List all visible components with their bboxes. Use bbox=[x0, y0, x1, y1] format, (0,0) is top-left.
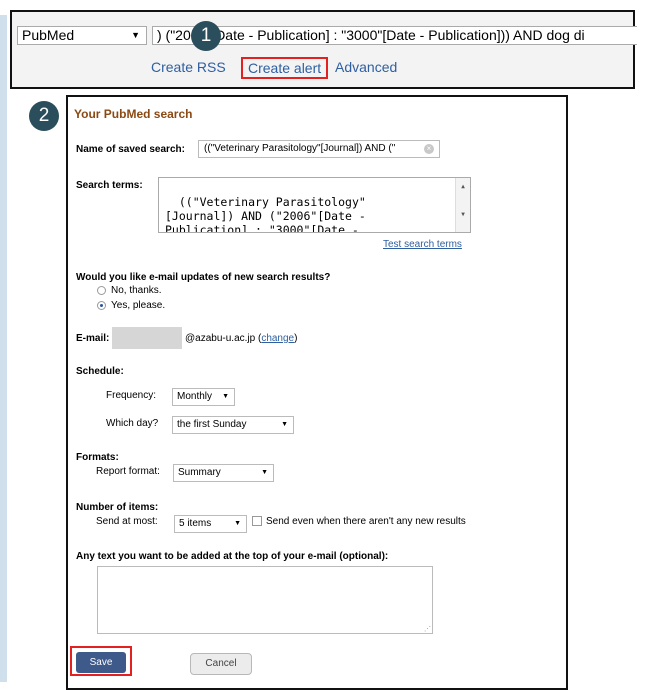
radio-no-thanks-label: No, thanks. bbox=[111, 285, 162, 296]
database-select[interactable]: PubMed ▼ bbox=[17, 26, 147, 45]
clear-icon[interactable]: × bbox=[424, 144, 434, 154]
number-of-items-label: Number of items: bbox=[76, 502, 159, 513]
search-terms-label: Search terms: bbox=[76, 180, 143, 191]
change-email-link[interactable]: change bbox=[261, 333, 294, 344]
extra-text-label: Any text you want to be added at the top… bbox=[76, 551, 389, 562]
report-format-label: Report format: bbox=[96, 466, 160, 477]
search-query-input[interactable]: ) ("2006"[Date - Publication] : "3000"[D… bbox=[152, 26, 637, 45]
search-terms-text: (("Veterinary Parasitology" [Journal]) A… bbox=[165, 195, 366, 233]
resize-grip-icon[interactable]: ⋰ bbox=[424, 625, 431, 633]
test-search-terms-link[interactable]: Test search terms bbox=[383, 239, 462, 250]
chevron-down-icon: ▼ bbox=[222, 393, 229, 400]
email-updates-question: Would you like e-mail updates of new sea… bbox=[76, 272, 331, 283]
left-decorative-strip bbox=[0, 15, 7, 682]
saved-search-name-label: Name of saved search: bbox=[76, 144, 185, 155]
send-at-most-select-value: 5 items bbox=[179, 518, 212, 529]
scroll-up-icon[interactable]: ▲ bbox=[456, 180, 470, 194]
email-label: E-mail: bbox=[76, 333, 110, 344]
extra-text-textarea[interactable]: ⋰ bbox=[97, 566, 433, 634]
step-badge-1: 1 bbox=[191, 21, 221, 51]
send-at-most-select[interactable]: 5 items ▼ bbox=[174, 515, 247, 533]
database-select-value: PubMed bbox=[22, 27, 75, 43]
report-format-select[interactable]: Summary ▼ bbox=[173, 464, 274, 482]
save-button[interactable]: Save bbox=[76, 652, 126, 673]
which-day-select[interactable]: the first Sunday ▼ bbox=[172, 416, 294, 434]
scroll-down-icon[interactable]: ▼ bbox=[456, 208, 470, 222]
frequency-label: Frequency: bbox=[106, 390, 157, 401]
which-day-label: Which day? bbox=[106, 418, 159, 429]
radio-yes-please[interactable] bbox=[97, 301, 106, 310]
email-redacted-block bbox=[112, 327, 182, 349]
cancel-button[interactable]: Cancel bbox=[190, 653, 252, 675]
which-day-select-value: the first Sunday bbox=[177, 419, 247, 430]
chevron-down-icon: ▼ bbox=[234, 520, 241, 527]
chevron-down-icon: ▼ bbox=[261, 469, 268, 476]
email-domain: @azabu-u.ac.jp ( bbox=[185, 333, 262, 344]
chevron-down-icon: ▼ bbox=[281, 421, 288, 428]
email-close-paren: ) bbox=[294, 333, 298, 344]
radio-no-thanks[interactable] bbox=[97, 286, 106, 295]
search-terms-textarea[interactable]: (("Veterinary Parasitology" [Journal]) A… bbox=[158, 177, 471, 233]
frequency-select-value: Monthly bbox=[177, 391, 213, 402]
schedule-label: Schedule: bbox=[76, 366, 124, 377]
create-rss-link[interactable]: Create RSS bbox=[151, 59, 226, 75]
step-badge-2: 2 bbox=[29, 101, 59, 131]
formats-label: Formats: bbox=[76, 452, 119, 463]
saved-search-name-input[interactable]: (("Veterinary Parasitology"[Journal]) AN… bbox=[198, 140, 440, 158]
send-at-most-label: Send at most: bbox=[96, 516, 158, 527]
chevron-down-icon: ▼ bbox=[131, 30, 140, 40]
send-even-checkbox[interactable] bbox=[252, 516, 262, 526]
email-domain-text: @azabu-u.ac.jp (change) bbox=[185, 333, 297, 344]
advanced-search-link[interactable]: Advanced bbox=[335, 59, 397, 75]
dialog-title: Your PubMed search bbox=[74, 107, 193, 121]
send-even-label: Send even when there aren't any new resu… bbox=[266, 516, 466, 527]
scrollbar[interactable]: ▲ ▼ bbox=[455, 178, 470, 232]
create-alert-link[interactable]: Create alert bbox=[241, 57, 329, 79]
radio-yes-please-label: Yes, please. bbox=[111, 300, 166, 311]
report-format-select-value: Summary bbox=[178, 467, 221, 478]
search-bar-panel: PubMed ▼ ) ("2006"[Date - Publication] :… bbox=[10, 10, 637, 89]
frequency-select[interactable]: Monthly ▼ bbox=[172, 388, 235, 406]
